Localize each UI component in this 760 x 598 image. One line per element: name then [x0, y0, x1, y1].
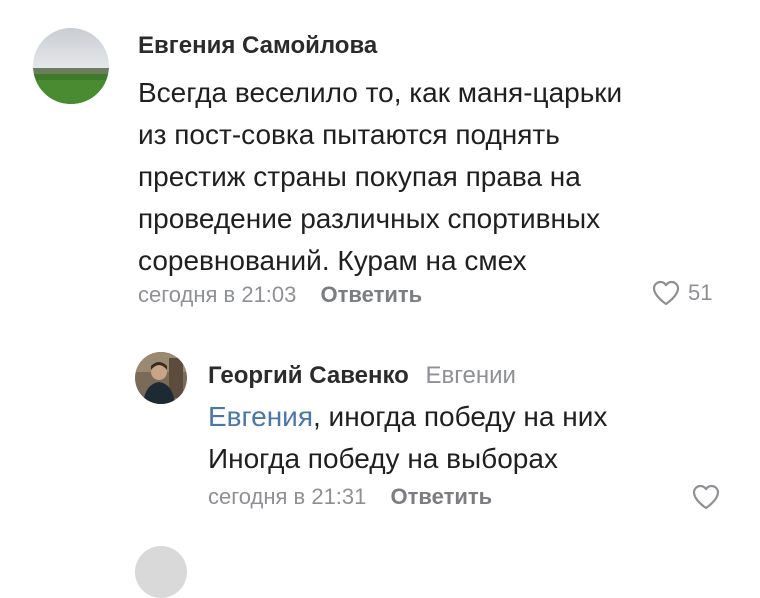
comment-author[interactable]: Евгения Самойлова [138, 32, 377, 60]
reply-button[interactable]: Ответить [321, 282, 423, 307]
comment-text: Всегда веселило то, как маня-царьки из п… [138, 72, 738, 282]
heart-outline-icon [692, 484, 720, 510]
reply-author[interactable]: Георгий Савенко [208, 362, 409, 389]
person-photo-icon [135, 352, 187, 404]
mention-link[interactable]: Евгения [208, 401, 313, 432]
reply-meta: сегодня в 21:31 Ответить [208, 484, 492, 510]
reply-text: Евгения, иногда победу на них Иногда поб… [208, 396, 728, 480]
comment-text-line: соревнований. Курам на смех [138, 245, 527, 276]
avatar[interactable] [135, 352, 187, 404]
reply-text-fragment: , иногда победу на них [313, 401, 608, 432]
reply-time[interactable]: сегодня в 21:31 [208, 484, 366, 509]
comment-text-line: из пост-совка пытаются поднять [138, 119, 560, 150]
comment-text-line: Всегда веселило то, как маня-царьки [138, 77, 623, 108]
avatar[interactable] [135, 546, 187, 598]
avatar[interactable] [33, 28, 109, 104]
landscape-photo-icon [33, 28, 109, 104]
reply-text-line: Евгения, иногда победу на них [208, 396, 728, 438]
reply-author-line: Георгий Савенко Евгении [208, 362, 516, 390]
comment: Евгения Самойлова Всегда веселило то, ка… [0, 0, 760, 330]
heart-outline-icon [652, 280, 680, 306]
like-button[interactable]: 51 [652, 280, 712, 306]
reply-to[interactable]: Евгении [426, 362, 516, 389]
comment-text-line: престиж страны покупая права на [138, 161, 581, 192]
like-button[interactable] [692, 484, 720, 515]
reply-comment: Георгий Савенко Евгении Евгения, иногда … [0, 340, 760, 530]
reply-text-line: Иногда победу на выборах [208, 443, 558, 474]
comment-meta: сегодня в 21:03 Ответить [138, 282, 422, 308]
like-count: 51 [688, 280, 713, 305]
reply-button[interactable]: Ответить [391, 484, 493, 509]
comment-time[interactable]: сегодня в 21:03 [138, 282, 296, 307]
comment-text-line: проведение различных спортивных [138, 203, 601, 234]
